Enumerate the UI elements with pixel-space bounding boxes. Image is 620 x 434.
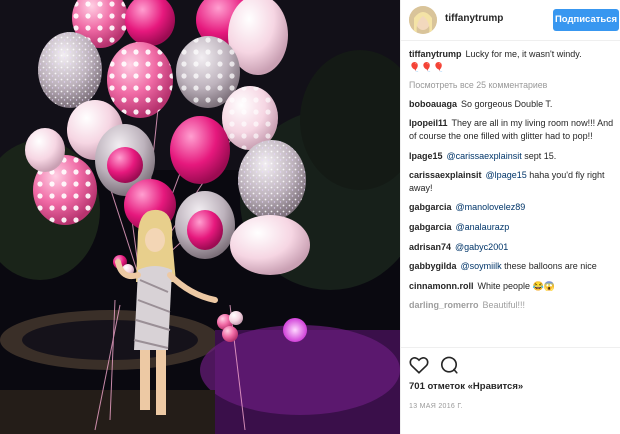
- comment: lpage15 @carissaexplainsit sept 15.: [409, 150, 617, 163]
- comment: lpopeil11 They are all in my living room …: [409, 117, 617, 142]
- comment: carissaexplainsit @lpage15 haha you'd fly…: [409, 169, 617, 194]
- comment: adrisan74 @gabyc2001: [409, 241, 617, 254]
- comment-text: So gorgeous Double T.: [461, 98, 553, 109]
- comment-username[interactable]: cinnamonn.roll: [409, 281, 474, 291]
- comment-mention[interactable]: @analaurazp: [456, 222, 510, 232]
- post-date: 13 МАЯ 2016 Г.: [409, 403, 463, 410]
- comment-mention[interactable]: @lpage15: [486, 170, 527, 180]
- likes-count[interactable]: 701 отметок «Нравится»: [409, 381, 523, 392]
- comment: cinnamonn.roll White people 😂😱: [409, 280, 617, 293]
- caption-emoji: 🎈🎈🎈: [409, 61, 446, 72]
- heart-icon[interactable]: [409, 356, 429, 374]
- instagram-post: tiffanytrump Подписаться tiffanytrump Luc…: [0, 0, 620, 434]
- post-header: tiffanytrump Подписаться: [401, 0, 620, 41]
- comment-username[interactable]: gabgarcia: [409, 222, 452, 232]
- comment-username[interactable]: carissaexplainsit: [409, 170, 482, 180]
- header-username[interactable]: tiffanytrump: [445, 13, 503, 24]
- comment-bubble-icon[interactable]: [439, 356, 459, 374]
- avatar[interactable]: [409, 6, 437, 34]
- comment-username[interactable]: lpage15: [409, 151, 443, 161]
- comment-username[interactable]: gabbygilda: [409, 261, 457, 271]
- comment-text: sept 15.: [524, 150, 557, 161]
- comment-mention[interactable]: @carissaexplainsit: [447, 151, 522, 161]
- caption-username[interactable]: tiffanytrump: [409, 49, 462, 59]
- comment-username[interactable]: adrisan74: [409, 242, 451, 252]
- comment: boboauaga So gorgeous Double T.: [409, 98, 617, 111]
- divider: [401, 347, 620, 348]
- comment-username[interactable]: lpopeil11: [409, 118, 448, 128]
- comment-username[interactable]: gabgarcia: [409, 202, 452, 212]
- comment: gabgarcia @manolovelez89: [409, 201, 617, 214]
- comment-text: these balloons are nice: [504, 261, 597, 272]
- comments-section: tiffanytrump Lucky for me, it wasn't wind…: [409, 48, 617, 319]
- comment: gabgarcia @analaurazp: [409, 221, 617, 234]
- balloons-photo: [0, 0, 400, 434]
- follow-button[interactable]: Подписаться: [553, 9, 619, 31]
- comment: darling_romerro Beautiful!!!: [409, 299, 617, 312]
- caption: tiffanytrump Lucky for me, it wasn't wind…: [409, 48, 617, 73]
- comment-mention[interactable]: @gabyc2001: [455, 242, 508, 252]
- avatar-image: [409, 6, 437, 34]
- post-sidebar: tiffanytrump Подписаться tiffanytrump Luc…: [400, 0, 620, 434]
- comment: gabbygilda @soymiilk these balloons are n…: [409, 260, 617, 273]
- comment-text: White people 😂😱: [477, 280, 555, 291]
- comment-username[interactable]: darling_romerro: [409, 300, 479, 310]
- comment-username[interactable]: boboauaga: [409, 99, 457, 109]
- comment-text: Beautiful!!!: [482, 300, 526, 311]
- post-photo[interactable]: [0, 0, 400, 434]
- comment-mention[interactable]: @manolovelez89: [456, 202, 526, 212]
- comment-mention[interactable]: @soymiilk: [461, 261, 502, 271]
- caption-text: Lucky for me, it wasn't windy.: [465, 49, 582, 59]
- action-bar: [409, 356, 613, 376]
- view-all-comments-link[interactable]: Посмотреть все 25 комментариев: [409, 79, 617, 92]
